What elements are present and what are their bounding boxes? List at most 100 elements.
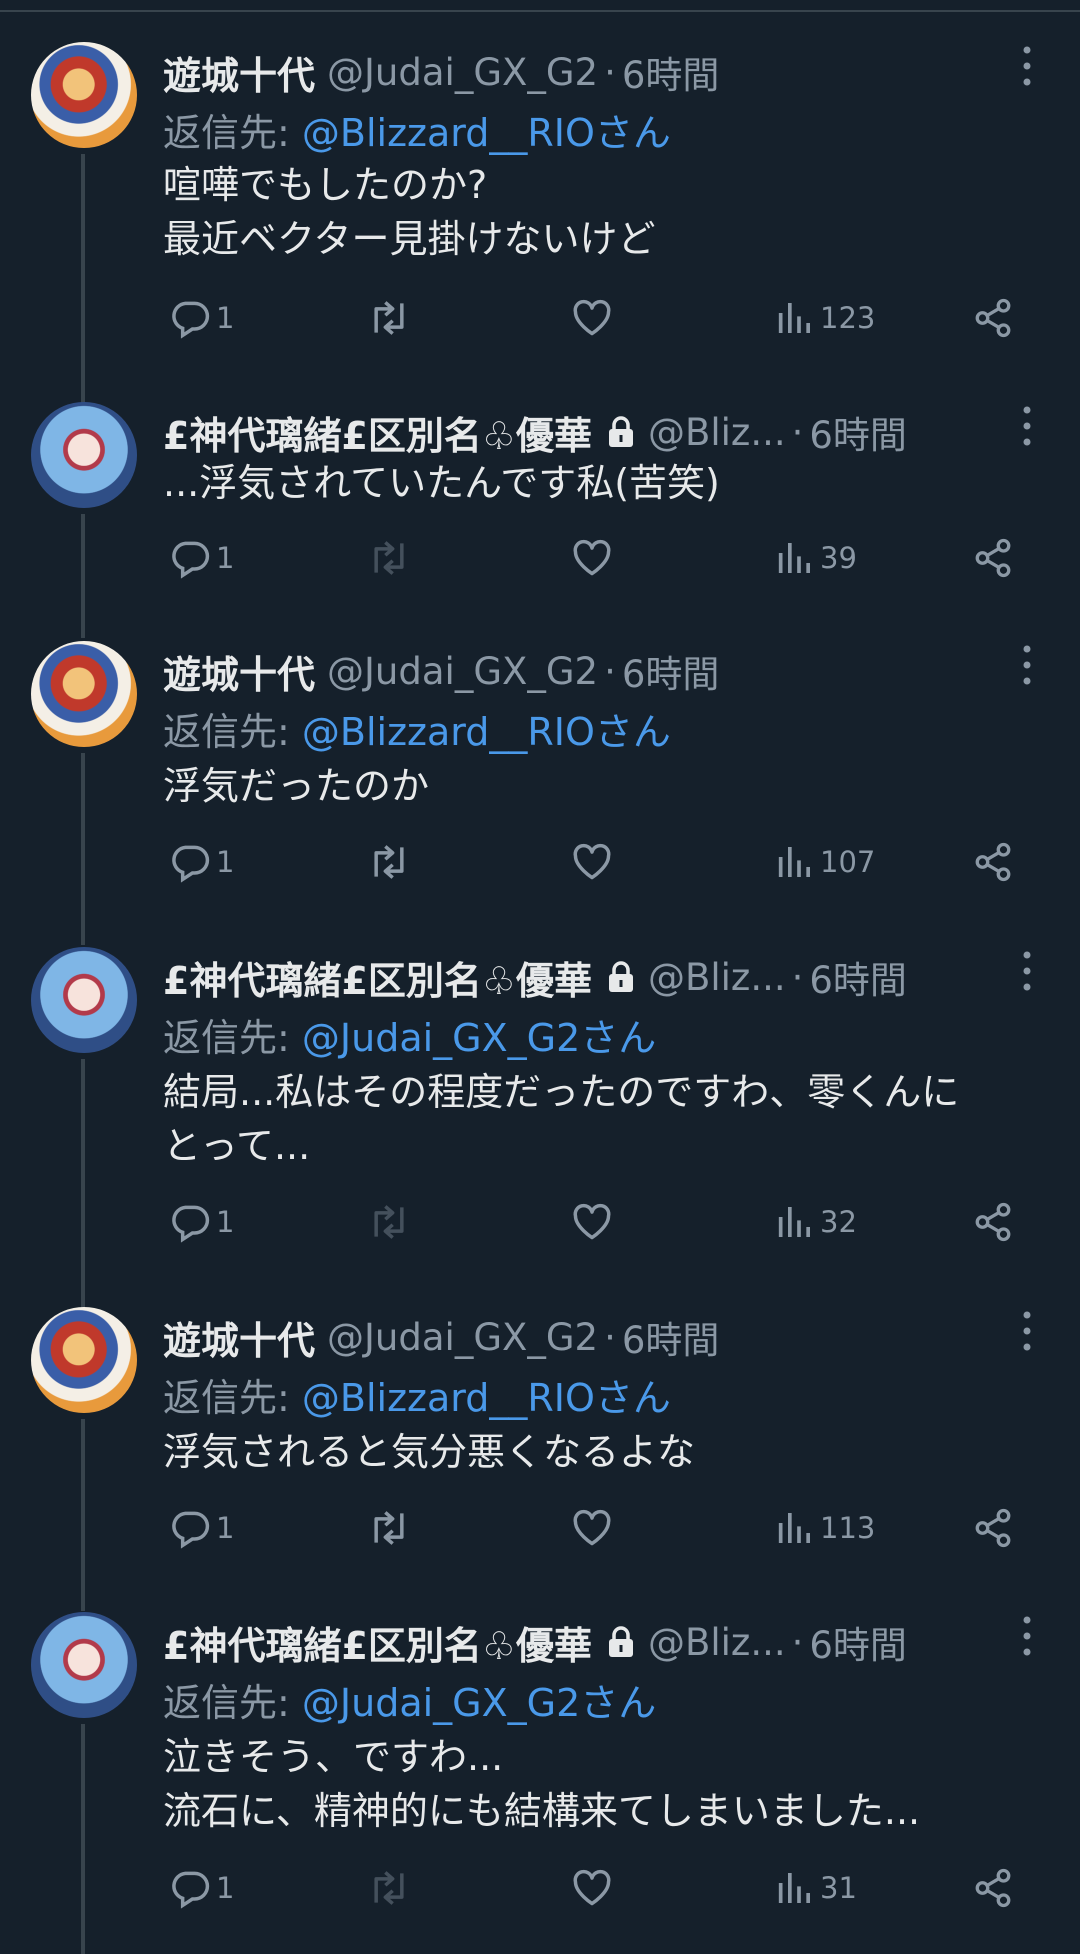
reply-to-label: 返信先: — [163, 1376, 290, 1420]
views-button[interactable]: 123 — [774, 296, 875, 340]
tweet-header: 遊城十代 @Judai_GX_G2 · 6時間 — [163, 1307, 719, 1367]
author-handle[interactable]: @Bliz... — [648, 1621, 786, 1664]
reply-count: 1 — [216, 1205, 235, 1239]
reply-button[interactable]: 1 — [168, 1866, 234, 1910]
share-icon — [975, 1868, 1011, 1908]
reply-icon — [172, 1511, 210, 1549]
more-icon[interactable] — [1018, 1309, 1036, 1353]
view-count: 39 — [820, 541, 857, 575]
views-button[interactable]: 32 — [774, 1200, 857, 1244]
text-line: 最近ベクター見掛けないけど — [163, 217, 656, 261]
more-icon[interactable] — [1018, 643, 1036, 687]
avatar[interactable] — [31, 641, 137, 747]
reply-count: 1 — [216, 1511, 235, 1545]
reply-icon — [172, 301, 210, 339]
timestamp[interactable]: 6時間 — [809, 1615, 907, 1669]
author-name[interactable]: £神代璃緒£区別名♧優華 — [163, 1615, 592, 1670]
reply-button[interactable]: 1 — [168, 536, 234, 580]
share-button[interactable] — [972, 1866, 1014, 1910]
like-button[interactable] — [570, 1506, 614, 1550]
reply-icon — [172, 845, 210, 883]
reply-to-mention[interactable]: @Blizzard__RIOさん — [302, 111, 671, 155]
text-line: 喧嘩でもしたのか? — [163, 163, 488, 207]
retweet-button[interactable] — [366, 840, 412, 884]
like-button[interactable] — [570, 536, 614, 580]
like-button[interactable] — [570, 296, 614, 340]
share-icon — [975, 1508, 1011, 1548]
retweet-icon — [374, 301, 404, 335]
like-button[interactable] — [570, 1200, 614, 1244]
avatar[interactable] — [31, 1612, 137, 1718]
text-line: 泣きそう、ですわ... — [163, 1735, 504, 1779]
avatar[interactable] — [31, 947, 137, 1053]
author-name[interactable]: £神代璃緒£区別名♧優華 — [163, 405, 592, 460]
timestamp[interactable]: 6時間 — [622, 1310, 720, 1364]
avatar[interactable] — [31, 42, 137, 148]
share-icon — [975, 1202, 1011, 1242]
avatar[interactable] — [31, 402, 137, 508]
tweet-header: £神代璃緒£区別名♧優華 @Bliz... · 6時間 — [163, 947, 907, 1007]
reply-to-mention[interactable]: @Judai_GX_G2さん — [302, 1016, 656, 1060]
text-line: 流石に、精神的にも結構来てしまいました... — [163, 1789, 921, 1833]
reply-icon — [172, 541, 210, 579]
share-icon — [975, 298, 1011, 338]
tweet-text: 浮気されると気分悪くなるよな — [163, 1425, 1043, 1479]
share-button[interactable] — [972, 1200, 1014, 1244]
author-name[interactable]: 遊城十代 — [163, 644, 315, 699]
author-name[interactable]: 遊城十代 — [163, 45, 315, 100]
separator-dot: · — [604, 649, 616, 693]
thread-line — [81, 154, 85, 409]
more-icon[interactable] — [1018, 949, 1036, 993]
reply-button[interactable]: 1 — [168, 296, 234, 340]
retweet-icon — [374, 1511, 404, 1545]
views-icon — [778, 847, 810, 877]
timestamp[interactable]: 6時間 — [809, 405, 907, 459]
more-icon[interactable] — [1018, 1614, 1036, 1658]
reply-icon — [172, 1871, 210, 1909]
more-icon[interactable] — [1018, 44, 1036, 88]
avatar[interactable] — [31, 1307, 137, 1413]
timestamp[interactable]: 6時間 — [622, 644, 720, 698]
reply-button[interactable]: 1 — [168, 1506, 234, 1550]
timestamp[interactable]: 6時間 — [809, 950, 907, 1004]
share-button[interactable] — [972, 536, 1014, 580]
reply-button[interactable]: 1 — [168, 1200, 234, 1244]
reply-to-mention[interactable]: @Judai_GX_G2さん — [302, 1681, 656, 1725]
retweet-button[interactable] — [366, 296, 412, 340]
tweet-header: 遊城十代 @Judai_GX_G2 · 6時間 — [163, 641, 719, 701]
author-handle[interactable]: @Judai_GX_G2 — [327, 1316, 598, 1359]
retweet-button[interactable] — [366, 1506, 412, 1550]
views-button[interactable]: 31 — [774, 1866, 857, 1910]
author-handle[interactable]: @Judai_GX_G2 — [327, 650, 598, 693]
views-icon — [778, 1873, 810, 1903]
author-handle[interactable]: @Judai_GX_G2 — [327, 51, 598, 94]
author-handle[interactable]: @Bliz... — [648, 411, 786, 454]
views-icon — [778, 1207, 810, 1237]
share-button[interactable] — [972, 1506, 1014, 1550]
author-name[interactable]: £神代璃緒£区別名♧優華 — [163, 950, 592, 1005]
author-name[interactable]: 遊城十代 — [163, 1310, 315, 1365]
author-handle[interactable]: @Bliz... — [648, 956, 786, 999]
like-button[interactable] — [570, 840, 614, 884]
views-icon — [778, 303, 810, 333]
separator-dot: · — [604, 1315, 616, 1359]
retweet-icon — [374, 1205, 404, 1239]
tweet-text: 浮気だったのか — [163, 759, 1043, 813]
top-divider — [0, 10, 1080, 12]
heart-icon — [573, 1203, 611, 1240]
reply-to-mention[interactable]: @Blizzard__RIOさん — [302, 710, 671, 754]
views-button[interactable]: 107 — [774, 840, 875, 884]
views-button[interactable]: 113 — [774, 1506, 875, 1550]
like-button[interactable] — [570, 1866, 614, 1910]
lock-icon — [608, 1626, 633, 1657]
more-icon[interactable] — [1018, 404, 1036, 448]
share-button[interactable] — [972, 296, 1014, 340]
separator-dot: · — [604, 50, 616, 94]
reply-to-mention[interactable]: @Blizzard__RIOさん — [302, 1376, 671, 1420]
reply-count: 1 — [216, 301, 235, 335]
views-button[interactable]: 39 — [774, 536, 857, 580]
reply-button[interactable]: 1 — [168, 840, 234, 884]
share-button[interactable] — [972, 840, 1014, 884]
timestamp[interactable]: 6時間 — [622, 45, 720, 99]
lock-icon — [608, 961, 633, 992]
